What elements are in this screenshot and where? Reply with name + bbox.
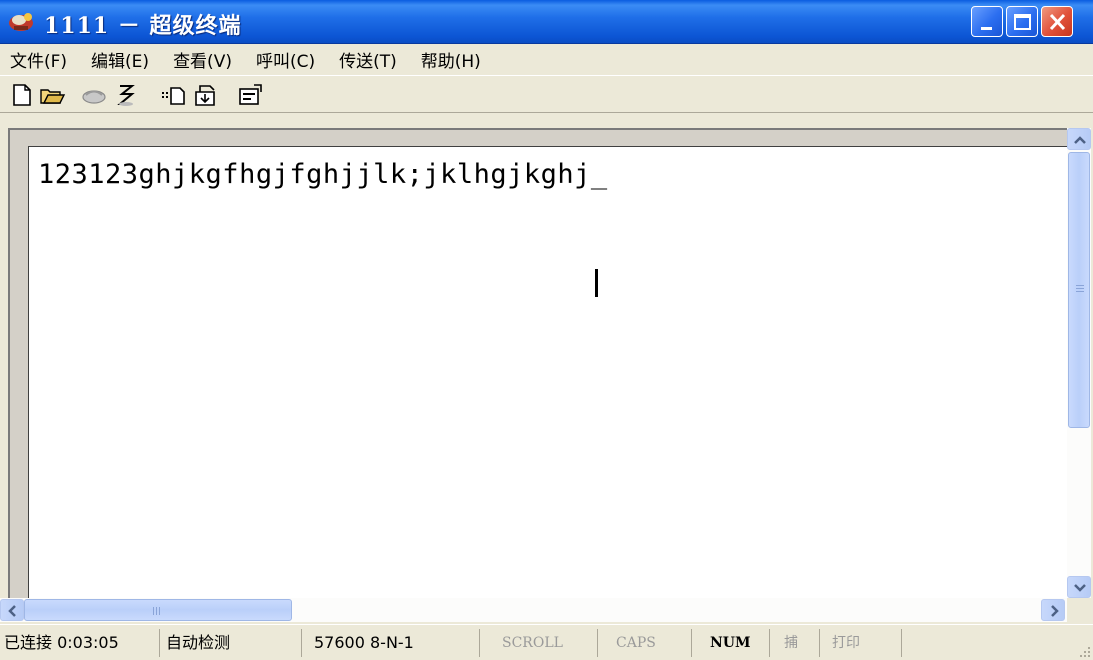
- terminal-screen[interactable]: 123123ghjkgfhgjfghjjlk;jklhgjkghj_: [28, 146, 1067, 598]
- status-port-settings: 57600 8-N-1: [308, 629, 480, 657]
- properties-icon[interactable]: [236, 82, 264, 108]
- menu-bar: 文件(F) 编辑(E) 查看(V) 呼叫(C) 传送(T) 帮助(H): [0, 44, 1093, 75]
- scroll-down-button[interactable]: [1067, 576, 1091, 598]
- thumb-grip: [1076, 291, 1084, 292]
- title-bar[interactable]: 1111 － 超级终端: [0, 0, 1093, 44]
- window-title: 1111 － 超级终端: [44, 13, 242, 39]
- receive-icon[interactable]: [192, 82, 220, 108]
- send-icon[interactable]: [160, 82, 188, 108]
- status-print: 打印: [820, 629, 902, 657]
- resize-grip-icon[interactable]: [1078, 645, 1092, 659]
- vertical-scrollbar[interactable]: [1067, 128, 1091, 598]
- scroll-up-button[interactable]: [1067, 128, 1091, 150]
- toolbar: [0, 75, 1093, 113]
- menu-transfer[interactable]: 传送(T): [339, 47, 397, 72]
- minimize-icon: [981, 27, 992, 30]
- status-capture: 捕: [770, 629, 820, 657]
- thumb-grip: [153, 607, 154, 615]
- maximize-icon: [1014, 14, 1031, 30]
- chevron-up-icon: [1074, 136, 1086, 144]
- thumb-grip: [159, 607, 160, 615]
- chevron-down-icon: [1074, 584, 1086, 592]
- hyperterminal-app-icon[interactable]: [8, 9, 36, 33]
- text-cursor-ibeam: [595, 269, 598, 297]
- scroll-left-button[interactable]: [0, 599, 24, 621]
- maximize-button[interactable]: [1006, 6, 1038, 37]
- close-button[interactable]: [1041, 6, 1073, 37]
- call-icon[interactable]: [80, 82, 108, 108]
- new-connection-icon[interactable]: [8, 82, 36, 108]
- menu-view[interactable]: 查看(V): [173, 47, 232, 72]
- thumb-grip: [156, 607, 157, 615]
- status-bar: 已连接 0:03:05 自动检测 57600 8-N-1 SCROLL CAPS…: [0, 624, 1093, 660]
- thumb-grip: [1076, 285, 1084, 286]
- scrollbar-corner: [1067, 598, 1091, 622]
- status-caps: CAPS: [598, 629, 692, 657]
- status-scroll: SCROLL: [488, 629, 598, 657]
- status-num: NUM: [692, 629, 770, 657]
- client-area: 123123ghjkgfhgjfghjjlk;jklhgjkghj_: [0, 113, 1093, 625]
- terminal-output: 123123ghjkgfhgjfghjjlk;jklhgjkghj_: [38, 159, 608, 190]
- horizontal-scrollbar[interactable]: [0, 598, 1067, 622]
- status-connection: 已连接 0:03:05: [0, 629, 160, 657]
- minimize-button[interactable]: [971, 6, 1003, 37]
- disconnect-icon[interactable]: [112, 82, 140, 108]
- menu-call[interactable]: 呼叫(C): [256, 47, 315, 72]
- close-icon: [1049, 13, 1066, 31]
- horizontal-scroll-thumb[interactable]: [24, 599, 292, 621]
- menu-file[interactable]: 文件(F): [10, 47, 67, 72]
- chevron-left-icon: [8, 605, 16, 617]
- thumb-grip: [1076, 288, 1084, 289]
- menu-edit[interactable]: 编辑(E): [91, 47, 149, 72]
- menu-help[interactable]: 帮助(H): [421, 47, 481, 72]
- vertical-scroll-thumb[interactable]: [1068, 152, 1090, 428]
- open-icon[interactable]: [38, 82, 66, 108]
- scroll-right-button[interactable]: [1041, 599, 1065, 621]
- chevron-right-icon: [1051, 605, 1059, 617]
- status-detect: 自动检测: [160, 629, 302, 657]
